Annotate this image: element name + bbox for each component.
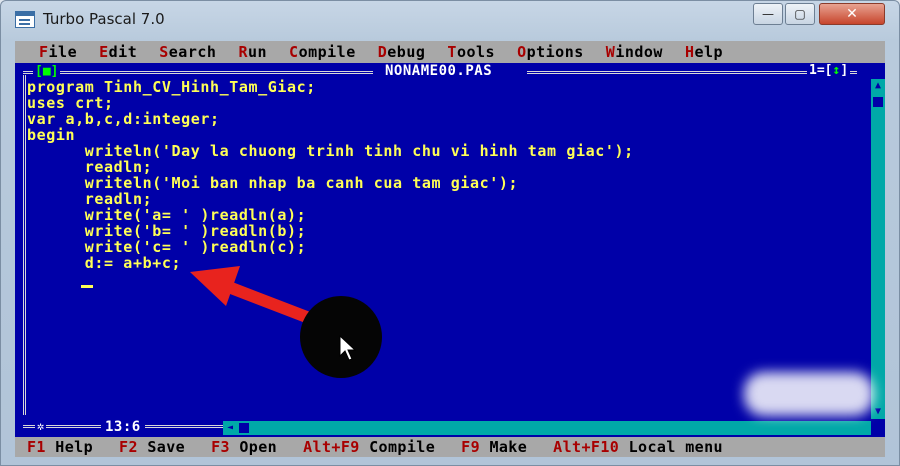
mouse-pointer-icon bbox=[339, 334, 357, 361]
redacted-patch bbox=[744, 372, 874, 416]
